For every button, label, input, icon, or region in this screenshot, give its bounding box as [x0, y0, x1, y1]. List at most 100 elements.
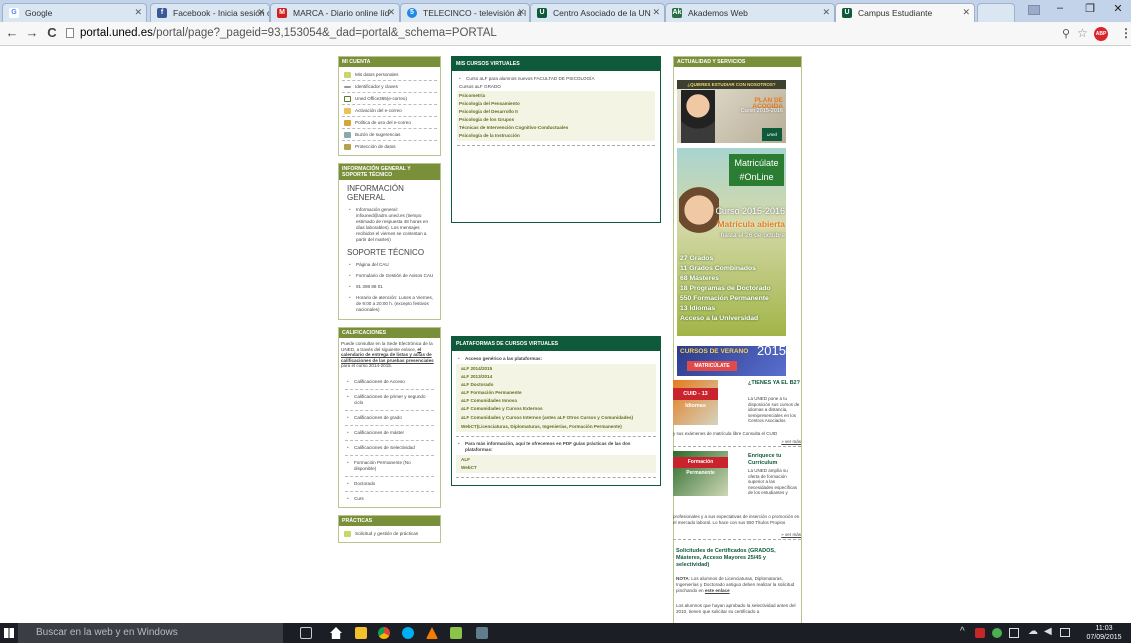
menu-item-activacion[interactable]: Activación del e-correo — [342, 105, 437, 117]
curso-link[interactable]: Psicología del Desarrollo II — [459, 108, 653, 116]
nota-enlace-link[interactable]: este enlace — [705, 588, 730, 593]
adblock-icon[interactable]: ABP — [1094, 27, 1108, 41]
close-icon[interactable]: ✕ — [517, 7, 525, 18]
user-profile-icon[interactable] — [1028, 5, 1040, 15]
plataforma-link[interactable]: aLF Comunidades y Cursos Internos (antes… — [461, 415, 651, 421]
formacion-image[interactable]: Formación Permanente — [673, 451, 728, 496]
windows-start-icon[interactable] — [4, 628, 14, 638]
menu-item-datos[interactable]: Mis datos personales — [342, 69, 437, 81]
tab-google[interactable]: G Google ✕ — [2, 3, 147, 22]
plataforma-link[interactable]: aLF Comunidades Innova — [461, 397, 651, 405]
curso-link[interactable]: Psicología de la Instrucción — [459, 132, 653, 140]
calif-acceso-link[interactable]: Calificaciones de Acceso — [345, 379, 434, 390]
soporte-form-link[interactable]: Formulario de Gestión de Avisos CAU — [347, 273, 434, 279]
tab-facebook[interactable]: f Facebook - Inicia sesión o ✕ — [150, 3, 270, 22]
taskbar-clock[interactable]: 11:03 07/09/2015 — [1080, 624, 1128, 642]
plataforma-link[interactable]: aLF 2013/2014 — [461, 373, 651, 381]
curso-link[interactable]: Psicometría — [459, 92, 653, 100]
plataforma-link[interactable]: WebCT(Licenciaturas, Diplomaturas, Ingen… — [461, 423, 651, 431]
curso-link[interactable]: Psicología del Pensamiento — [459, 100, 653, 108]
matricula-banner[interactable]: Matricúlate #OnLine Curso 2015-2016 Matr… — [677, 148, 786, 336]
calif-formacion-link[interactable]: Formación Permanente (No disponible) — [345, 460, 434, 477]
calif-ciclo-link[interactable]: Calificaciones de primer y segundo ciclo — [345, 394, 434, 411]
app-icon[interactable] — [450, 627, 462, 639]
bookmark-star-icon[interactable]: ☆ — [1077, 26, 1088, 40]
calif-doctorado-link[interactable]: Doctorado — [345, 481, 434, 492]
skype-icon[interactable] — [402, 627, 414, 639]
window-close-icon[interactable]: ✕ — [1108, 2, 1128, 15]
volume-icon[interactable]: ◀ — [1044, 626, 1052, 637]
menu-item-buzon[interactable]: Buzón de sugerencias — [342, 129, 437, 141]
app-icon[interactable] — [476, 627, 488, 639]
plataforma-link[interactable]: aLF 2014/2015 — [461, 365, 651, 373]
soporte-cau-link[interactable]: Página del CAU — [347, 262, 434, 268]
address-bar[interactable]: portal.uned.es/portal/page?_pageid=93,15… — [80, 26, 497, 40]
calif-curs-link[interactable]: Curs — [345, 496, 434, 502]
menu-item-identificador[interactable]: Identificador y claves — [342, 81, 437, 93]
close-icon[interactable]: ✕ — [134, 7, 142, 18]
network-icon[interactable] — [1009, 628, 1019, 638]
cursos-verano-banner[interactable]: CURSOS DE VERANO 2015 MATRICÚLATE — [677, 346, 786, 376]
tab-marca[interactable]: M MARCA - Diario online líd ✕ — [270, 3, 400, 22]
cuid-title[interactable]: ¿TIENES YA EL B2? — [748, 380, 800, 387]
new-tab-button[interactable] — [977, 3, 1015, 22]
tab-centro-asociado[interactable]: U Centro Asociado de la UN ✕ — [530, 3, 665, 22]
close-icon[interactable]: ✕ — [387, 7, 395, 18]
menu-item-office365[interactable]: Uned Office365(e-correo) — [342, 93, 437, 105]
back-icon[interactable]: ← — [4, 26, 20, 40]
plataforma-link[interactable]: aLF Formación Permanente — [461, 389, 651, 397]
plan-acogida-banner[interactable]: ¿QUIERES ESTUDIAR CON NOSOTROS? PLAN DE … — [677, 80, 786, 143]
cursos-title: MIS CURSOS VIRTUALES — [452, 57, 660, 71]
fp-ver-mas-link[interactable]: » ver más — [773, 532, 801, 538]
certificados-title[interactable]: Solicitudes de Certificados (GRADOS, Más… — [676, 548, 798, 569]
cuid-image[interactable]: CUID - 13 Idiomas — [673, 380, 718, 425]
calif-selectividad-link[interactable]: Calificaciones de Selectividad — [345, 445, 434, 456]
verano-button[interactable]: MATRICÚLATE — [687, 361, 737, 371]
close-icon[interactable]: ✕ — [822, 7, 830, 18]
cuid-text: La UNED pone a tu disposición sus cursos… — [748, 396, 800, 424]
menu-icon[interactable]: ⋮ — [1120, 26, 1131, 40]
banner2-abierta: Matrícula abierta — [717, 219, 785, 229]
menu-item-politica[interactable]: Política de uso del e-correo — [342, 117, 437, 129]
tray-app-icon[interactable] — [992, 628, 1002, 638]
restore-icon[interactable]: ❐ — [1080, 2, 1100, 15]
chrome-icon[interactable] — [378, 627, 390, 639]
tab-akademos[interactable]: Ak Akademos Web ✕ — [665, 3, 835, 22]
antivirus-icon[interactable] — [975, 628, 985, 638]
calif-grado-link[interactable]: Calificaciones de grado — [345, 415, 434, 426]
clock-time: 11:03 — [1095, 625, 1113, 632]
reload-icon[interactable]: C — [44, 26, 60, 40]
onedrive-icon[interactable]: ☁ — [1028, 626, 1038, 637]
mail-icon — [344, 96, 351, 102]
notifications-icon[interactable] — [1060, 628, 1070, 637]
curso-link[interactable]: Técnicas de Intervención Cognitivo-Condu… — [459, 124, 653, 132]
tray-chevron-icon[interactable]: ^ — [960, 626, 965, 637]
tab-telecinco[interactable]: 5 TELECINCO - televisión a l ✕ — [400, 3, 530, 22]
tab-campus-estudiante[interactable]: U Campus Estudiante ✕ — [835, 3, 975, 23]
calif-master-link[interactable]: Calificaciones de máster — [345, 430, 434, 441]
minimize-icon[interactable]: – — [1050, 2, 1070, 14]
close-icon[interactable]: ✕ — [962, 7, 970, 18]
plataforma-link[interactable]: aLF Doctorado — [461, 381, 651, 389]
close-icon[interactable]: ✕ — [652, 7, 660, 18]
menu-item-proteccion[interactable]: Protección de datos — [342, 141, 437, 153]
file-explorer-icon[interactable] — [355, 627, 367, 639]
oferta-list: 27 Grados 11 Grados Combinados 68 Máster… — [680, 255, 771, 322]
vlc-icon[interactable] — [426, 627, 438, 639]
cuid-ver-mas-link[interactable]: » ver más — [773, 439, 801, 445]
menu-item-practicas[interactable]: Solicitud y gestión de prácticas — [342, 528, 437, 540]
plataforma-link[interactable]: aLF Comunidades y Cursos Externos — [461, 405, 651, 413]
task-view-icon[interactable] — [300, 627, 312, 639]
zoom-icon[interactable]: ⚲ — [1062, 27, 1070, 40]
forward-icon[interactable]: → — [24, 26, 40, 40]
home-icon[interactable] — [330, 627, 342, 639]
curso-link[interactable]: Psicología de los Grupos — [459, 116, 653, 124]
actualidad-title: ACTUALIDAD Y SERVICIOS — [674, 57, 801, 67]
uned-icon: U — [842, 8, 852, 18]
close-icon[interactable]: ✕ — [257, 7, 265, 18]
taskbar-search-input[interactable]: Buscar en la web y en Windows — [18, 623, 283, 643]
fp-title[interactable]: Enriquece tu Currículum — [748, 453, 800, 467]
curso-alf-nuevos[interactable]: Curso aLF para alumnos nuevos FACULTAD D… — [457, 76, 655, 82]
guia-alf-link[interactable]: ALF — [461, 456, 651, 464]
guia-webct-link[interactable]: WebCT — [461, 464, 651, 472]
